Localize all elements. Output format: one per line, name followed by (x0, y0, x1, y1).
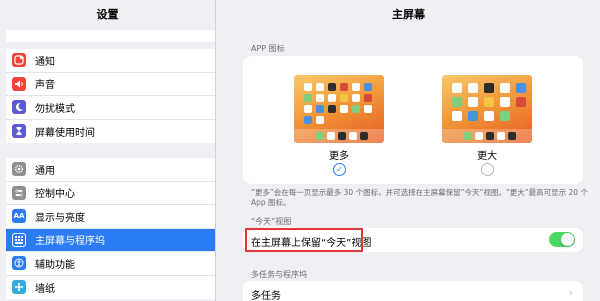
sidebar-item-wallpaper[interactable]: 墙纸 (6, 276, 215, 300)
chevron-right-icon: › (568, 286, 573, 299)
preview-more-layout[interactable] (294, 75, 384, 143)
hourglass-icon (12, 124, 26, 139)
annotation-highlight-box (245, 228, 363, 252)
sidebar-item-sounds[interactable]: 声音 (6, 73, 215, 96)
sidebar-item-label: 屏幕使用时间 (35, 127, 95, 139)
unselected-radio[interactable] (481, 163, 494, 176)
sidebar-item-label: 声音 (35, 80, 55, 92)
control-center-icon (12, 185, 26, 200)
checkmark-icon[interactable]: ✓ (333, 163, 346, 176)
home-screen-icon (12, 232, 26, 247)
sidebar-item-label: 辅助功能 (35, 259, 75, 271)
keep-today-toggle[interactable] (549, 232, 575, 247)
section-header-app-icons: APP 图标 (251, 44, 285, 53)
sidebar-item-label: 显示与亮度 (35, 212, 85, 224)
sidebar-title: 设置 (96, 8, 119, 21)
gear-icon (12, 162, 26, 177)
section-header-multitask: 多任务与程序坞 (251, 270, 307, 279)
moon-icon (12, 100, 26, 115)
page-title: 主屏幕 (392, 8, 425, 21)
sidebar-item-display-brightness[interactable]: AA 显示与亮度 (6, 205, 215, 229)
home-screen-settings-panel: 主屏幕 APP 图标 更多 ✓ 更大 “更多”会在每一页显示最多 30 个图标，… (217, 0, 600, 301)
notification-icon (12, 53, 26, 68)
sidebar-item-general[interactable]: 通用 (6, 158, 215, 182)
sidebar-top-group (6, 30, 215, 42)
option-bigger-label: 更大 (477, 151, 497, 162)
multitask-label[interactable]: 多任务 (251, 287, 281, 301)
sidebar-item-label: 勿扰模式 (35, 103, 75, 115)
accessibility-icon (12, 256, 26, 271)
sidebar-item-home-screen-dock[interactable]: 主屏幕与程序坞 (6, 228, 215, 252)
multitask-card: 多任务 › (243, 281, 583, 301)
sidebar-item-accessibility[interactable]: 辅助功能 (6, 252, 215, 276)
sidebar-item-control-center[interactable]: 控制中心 (6, 182, 215, 205)
sidebar-item-label: 通知 (35, 56, 55, 68)
sidebar-item-label: 通用 (35, 165, 55, 177)
sidebar-item-do-not-disturb[interactable]: 勿扰模式 (6, 96, 215, 120)
toggle-knob (561, 233, 574, 246)
sidebar-item-notifications[interactable]: 通知 (6, 49, 215, 73)
section-header-today-view: “今天”视图 (251, 217, 292, 226)
sound-icon (12, 76, 26, 91)
sidebar-item-label: 墙纸 (35, 283, 55, 295)
app-icons-description: “更多”会在每一页显示最多 30 个图标，并可选择在主屏幕保留“今天”视图。“更… (251, 188, 588, 207)
preview-bigger-layout[interactable] (442, 75, 532, 143)
sidebar-group-2: 通用 控制中心 AA 显示与亮度 主屏幕与程序坞 辅助功能 墙纸 (6, 158, 215, 299)
display-icon: AA (12, 209, 26, 224)
sidebar-group-1: 通知 声音 勿扰模式 屏幕使用时间 (6, 49, 215, 143)
wallpaper-icon (12, 280, 26, 295)
app-icons-card: 更多 ✓ 更大 (243, 56, 583, 184)
settings-sidebar: 设置 通知 声音 勿扰模式 屏幕使用时间 通用 控制中心 AA 显示与亮度 主屏… (0, 0, 216, 301)
sidebar-item-screen-time[interactable]: 屏幕使用时间 (6, 120, 215, 144)
sidebar-item-label: 控制中心 (35, 189, 75, 201)
option-more-label: 更多 (329, 151, 349, 162)
sidebar-item-label: 主屏幕与程序坞 (35, 236, 105, 248)
